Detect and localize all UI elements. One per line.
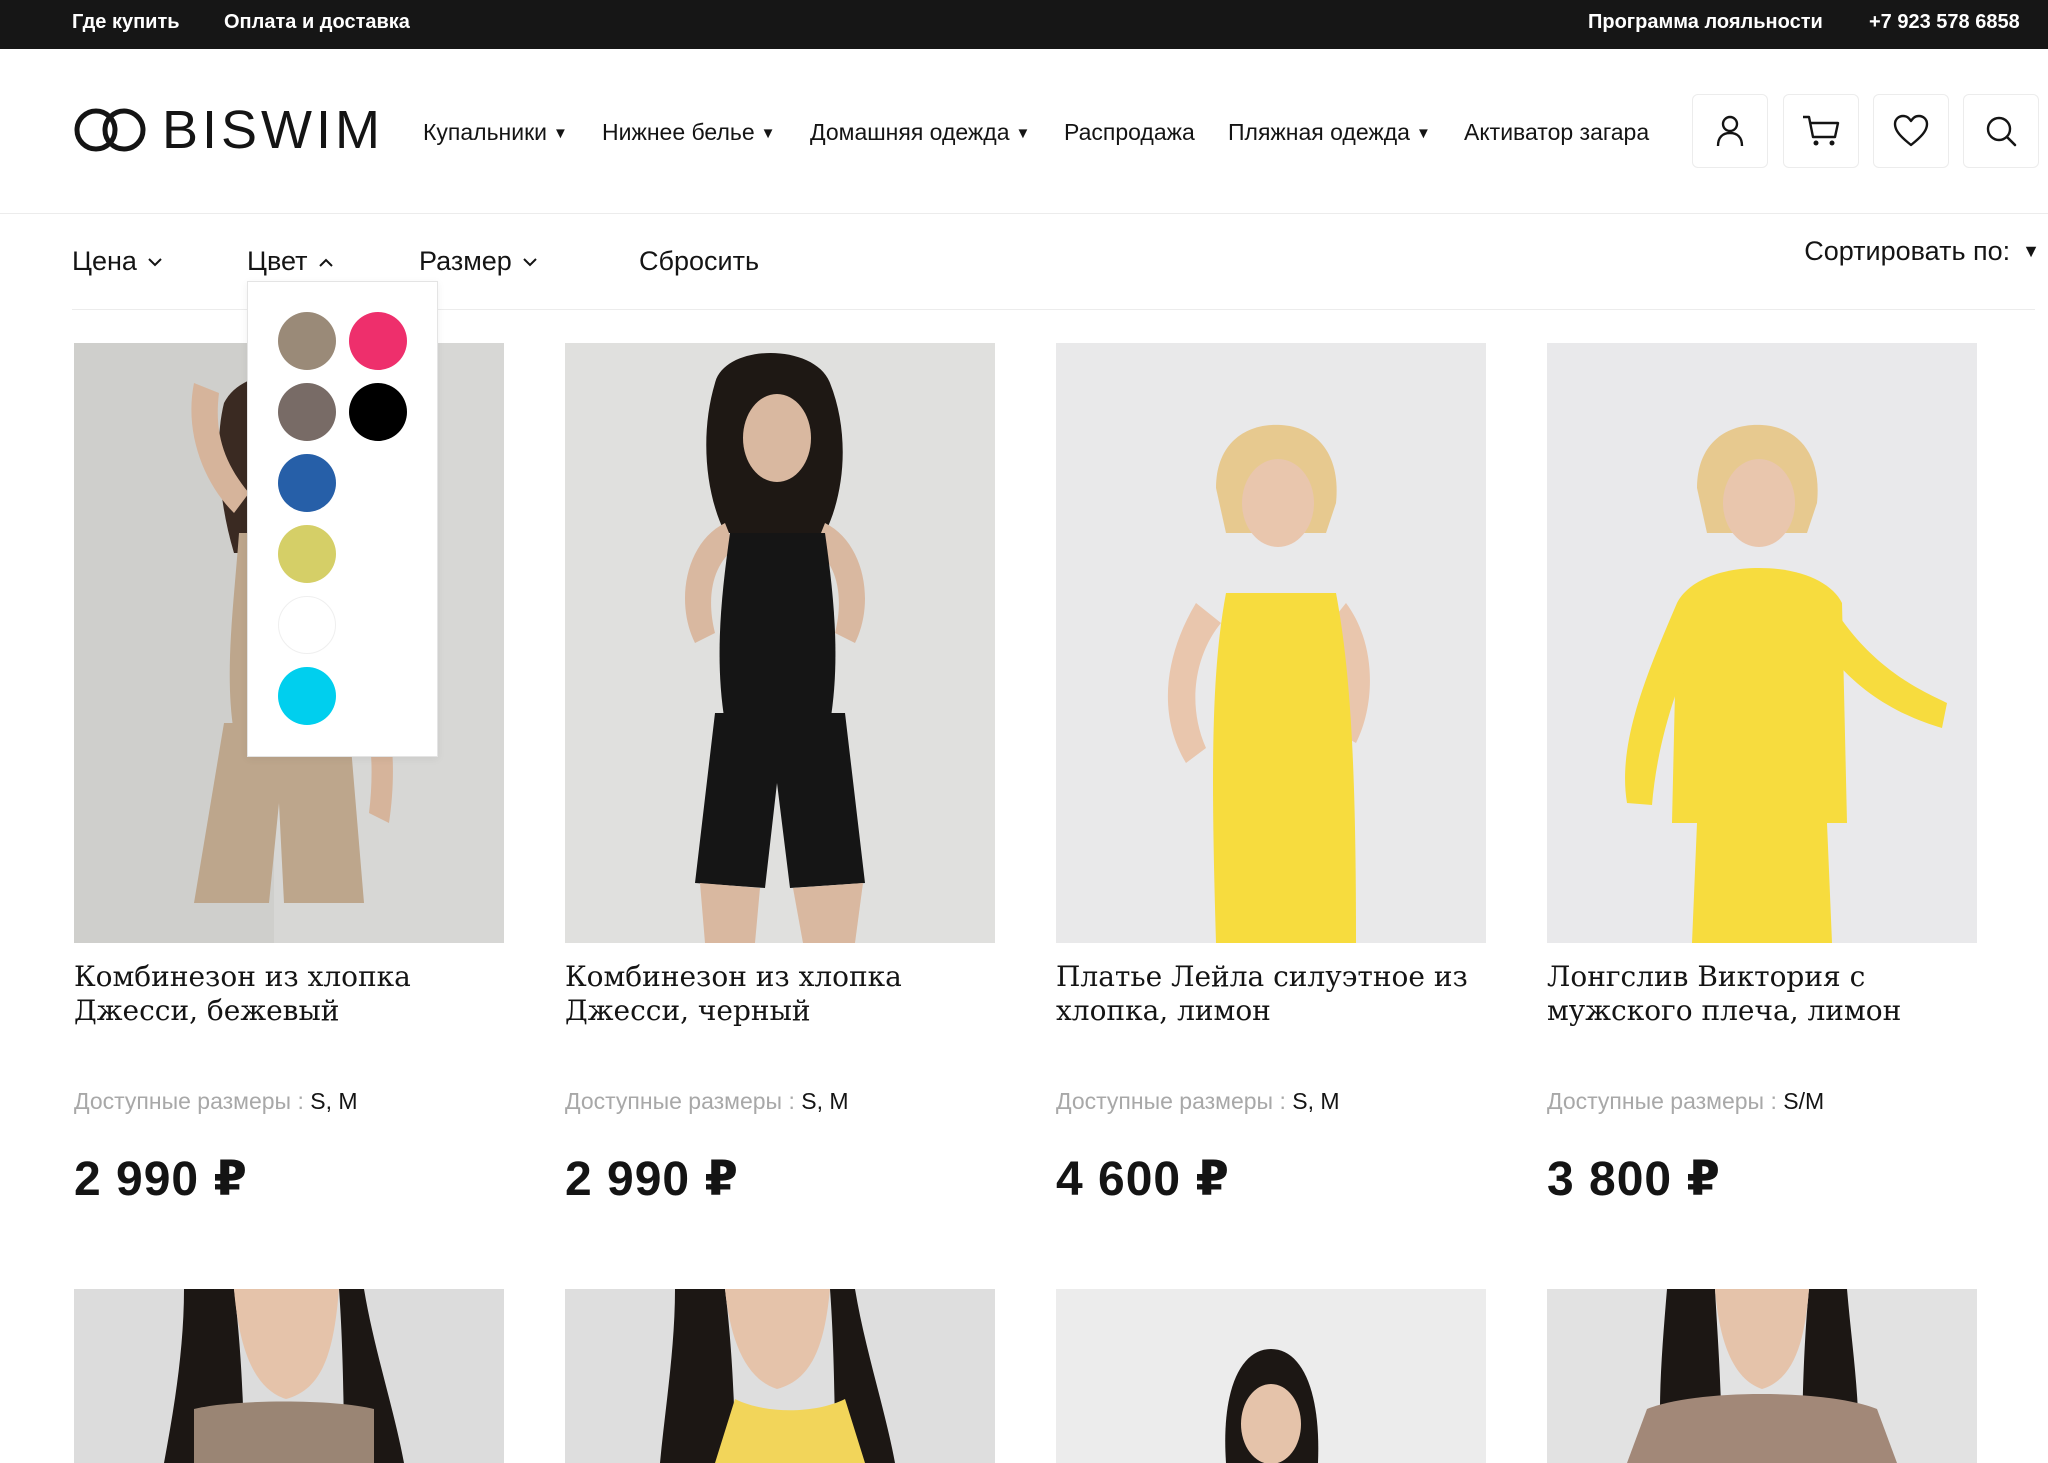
product-title[interactable]: Платье Лейла силуэтное из хлопка, лимон xyxy=(1056,960,1486,1028)
product-title[interactable]: Комбинезон из хлопка Джесси, бежевый xyxy=(74,960,504,1028)
logo-text: BISWIM xyxy=(162,100,384,160)
nav-beachwear-label: Пляжная одежда xyxy=(1228,119,1410,145)
price-filter-label: Цена xyxy=(72,246,137,276)
color-swatch-pink[interactable] xyxy=(349,312,407,370)
color-swatch-lemon[interactable] xyxy=(278,525,336,583)
sizes-label: Доступные размеры : xyxy=(565,1088,802,1114)
caret-down-icon: ▼ xyxy=(2022,241,2040,261)
color-swatch-black[interactable] xyxy=(349,383,407,441)
sort-label: Сортировать по: xyxy=(1804,236,2011,266)
product-image[interactable] xyxy=(1547,1289,1977,1463)
size-filter[interactable]: Размер xyxy=(419,246,538,277)
cart-icon xyxy=(1803,115,1840,146)
loyalty-program-link[interactable]: Программа лояльности xyxy=(1588,11,1823,34)
nav-homewear[interactable]: Домашняя одежда ▼ xyxy=(810,119,1030,146)
color-swatch-blue[interactable] xyxy=(278,454,336,512)
chevron-down-icon xyxy=(148,258,163,267)
color-filter-label: Цвет xyxy=(247,246,308,276)
nav-sale-label: Распродажа xyxy=(1064,119,1195,145)
caret-down-icon: ▼ xyxy=(553,125,568,142)
size-filter-label: Размер xyxy=(419,246,512,276)
product-sizes: Доступные размеры : S, M xyxy=(565,1088,849,1115)
product-image[interactable] xyxy=(565,1289,995,1463)
product-price: 2 990 ₽ xyxy=(565,1153,739,1206)
product-price: 4 600 ₽ xyxy=(1056,1153,1230,1206)
cart-button[interactable] xyxy=(1783,94,1859,168)
nav-tan-activator[interactable]: Активатор загара xyxy=(1464,119,1649,146)
nav-underwear[interactable]: Нижнее белье ▼ xyxy=(602,119,776,146)
sizes-label: Доступные размеры : xyxy=(74,1088,311,1114)
color-filter-dropdown xyxy=(247,281,438,757)
nav-homewear-label: Домашняя одежда xyxy=(810,119,1010,145)
color-swatch-mocha[interactable] xyxy=(278,383,336,441)
favorites-button[interactable] xyxy=(1873,94,1949,168)
top-bar: Где купить Оплата и доставка Программа л… xyxy=(0,0,2048,49)
color-swatch-cyan[interactable] xyxy=(278,667,336,725)
chevron-down-icon xyxy=(523,258,538,267)
nav-swimwear[interactable]: Купальники ▼ xyxy=(423,119,568,146)
caret-down-icon: ▼ xyxy=(1415,125,1431,142)
nav-beachwear[interactable]: Пляжная одежда ▼ xyxy=(1228,119,1431,146)
sizes-value: S/M xyxy=(1783,1088,1825,1114)
chevron-up-icon xyxy=(319,258,333,267)
product-sizes: Доступные размеры : S, M xyxy=(74,1088,358,1115)
heart-icon xyxy=(1893,114,1929,147)
nav-underwear-label: Нижнее белье xyxy=(602,119,755,145)
product-sizes: Доступные размеры : S/M xyxy=(1547,1088,1824,1115)
sizes-value: S, M xyxy=(801,1088,849,1114)
sizes-label: Доступные размеры : xyxy=(1056,1088,1293,1114)
payment-delivery-link[interactable]: Оплата и доставка xyxy=(224,11,410,34)
logo-rings-icon xyxy=(74,108,146,152)
product-image[interactable] xyxy=(1056,1289,1486,1463)
product-sizes: Доступные размеры : S, M xyxy=(1056,1088,1340,1115)
price-filter[interactable]: Цена xyxy=(72,246,163,277)
product-image[interactable] xyxy=(1547,343,1977,943)
nav-swimwear-label: Купальники xyxy=(423,119,548,145)
product-price: 2 990 ₽ xyxy=(74,1153,248,1206)
sizes-value: S, M xyxy=(310,1088,358,1114)
color-swatch-white[interactable] xyxy=(278,596,336,654)
search-button[interactable] xyxy=(1963,94,2039,168)
nav-tan-activator-label: Активатор загара xyxy=(1464,119,1650,145)
logo[interactable]: BISWIM xyxy=(72,100,384,160)
product-image[interactable] xyxy=(1056,343,1486,943)
sizes-label: Доступные размеры : xyxy=(1547,1088,1784,1114)
user-icon xyxy=(1716,115,1744,147)
where-to-buy-link[interactable]: Где купить xyxy=(72,11,180,34)
caret-down-icon: ▼ xyxy=(1015,125,1031,142)
site-header: BISWIM Купальники ▼ Нижнее белье ▼ Домашня… xyxy=(0,49,2048,214)
product-title[interactable]: Комбинезон из хлопка Джесси, черный xyxy=(565,960,995,1028)
color-swatch-beige[interactable] xyxy=(278,312,336,370)
phone-link[interactable]: +7 923 578 6858 xyxy=(1869,11,2020,34)
color-filter[interactable]: Цвет xyxy=(247,246,333,277)
search-icon xyxy=(1986,116,2017,147)
product-price: 3 800 ₽ xyxy=(1547,1153,1721,1206)
nav-sale[interactable]: Распродажа xyxy=(1064,119,1195,146)
product-image[interactable] xyxy=(74,1289,504,1463)
product-image[interactable] xyxy=(565,343,995,943)
caret-down-icon: ▼ xyxy=(760,125,776,142)
product-title[interactable]: Лонгслив Виктория с мужского плеча, лимо… xyxy=(1547,960,1977,1028)
sizes-value: S, M xyxy=(1292,1088,1340,1114)
reset-filters-button[interactable]: Сбросить xyxy=(639,246,759,277)
sort-dropdown[interactable]: Сортировать по: ▼ xyxy=(1804,236,2040,267)
account-button[interactable] xyxy=(1692,94,1768,168)
